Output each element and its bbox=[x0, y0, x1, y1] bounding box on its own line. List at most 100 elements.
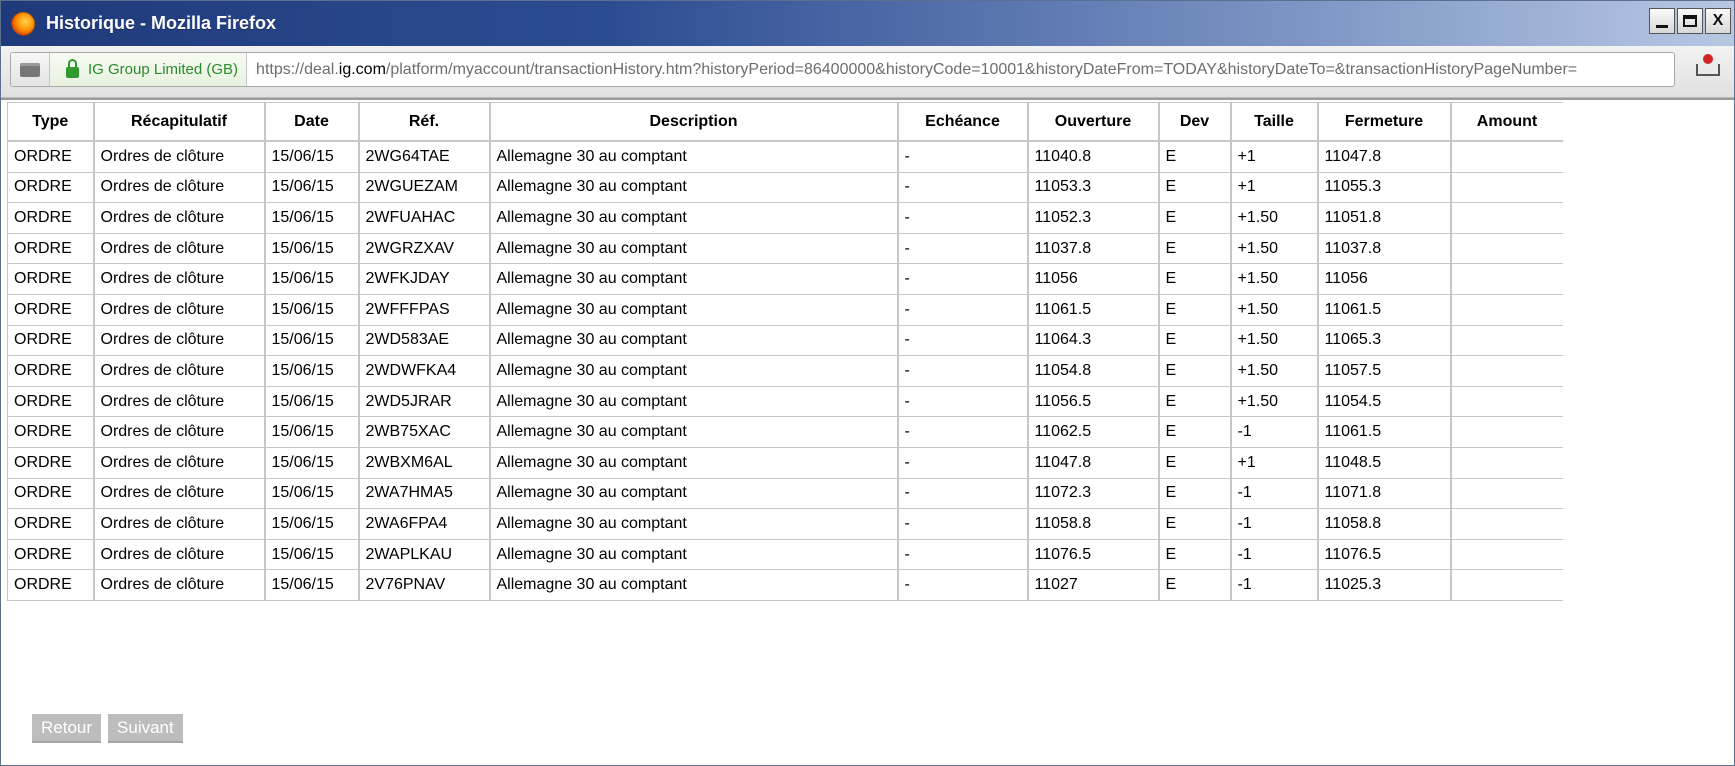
table-row: ORDRE Ordres de clôture 15/06/15 2WA6FPA4 Al… bbox=[7, 508, 1563, 540]
identity-label: IG Group Limited (GB) bbox=[88, 61, 239, 78]
column-header: Ouverture bbox=[1027, 102, 1160, 142]
table-cell: Allemagne 30 au comptant bbox=[489, 478, 899, 510]
table-cell: E bbox=[1158, 233, 1232, 265]
site-identity[interactable]: IG Group Limited (GB) bbox=[50, 53, 248, 86]
table-cell: E bbox=[1158, 325, 1232, 357]
table-cell bbox=[1450, 141, 1563, 173]
minimize-button[interactable] bbox=[1649, 8, 1675, 34]
table-cell: -1 bbox=[1230, 416, 1319, 448]
url-domain: ig.com bbox=[338, 60, 386, 78]
url-text[interactable]: https://deal.ig.com/platform/myaccount/t… bbox=[256, 61, 1577, 79]
table-cell: +1.50 bbox=[1230, 386, 1319, 418]
table-cell: Ordres de clôture bbox=[93, 569, 266, 601]
table-row: ORDRE Ordres de clôture 15/06/15 2WFKJDAY Al… bbox=[7, 263, 1563, 295]
table-cell: Ordres de clôture bbox=[93, 355, 266, 387]
table-row: ORDRE Ordres de clôture 15/06/15 2WD583AE Al… bbox=[7, 325, 1563, 357]
table-cell: 11076.5 bbox=[1317, 539, 1452, 571]
next-button[interactable]: Suivant bbox=[108, 714, 183, 743]
site-icon-button[interactable] bbox=[11, 53, 50, 86]
table-cell: 11056.5 bbox=[1027, 386, 1160, 418]
table-cell bbox=[1450, 478, 1563, 510]
table-cell: 11061.5 bbox=[1317, 416, 1452, 448]
table-cell: 11054.8 bbox=[1027, 355, 1160, 387]
table-cell: 2WD5JRAR bbox=[358, 386, 491, 418]
url-prefix: https://deal. bbox=[256, 60, 339, 78]
maximize-button[interactable] bbox=[1677, 8, 1703, 34]
window-title: Historique - Mozilla Firefox bbox=[46, 13, 277, 33]
table-cell: - bbox=[897, 202, 1029, 234]
table-cell: 11065.3 bbox=[1317, 325, 1452, 357]
table-cell: 15/06/15 bbox=[264, 539, 360, 571]
table-cell: 11048.5 bbox=[1317, 447, 1452, 479]
table-cell: 11062.5 bbox=[1027, 416, 1160, 448]
table-cell: -1 bbox=[1230, 478, 1319, 510]
table-cell: Allemagne 30 au comptant bbox=[489, 447, 899, 479]
table-cell: -1 bbox=[1230, 539, 1319, 571]
table-row: ORDRE Ordres de clôture 15/06/15 2WAPLKAU Al… bbox=[7, 539, 1563, 571]
table-cell: 15/06/15 bbox=[264, 569, 360, 601]
table-cell: ORDRE bbox=[7, 141, 95, 173]
column-header: Amount bbox=[1450, 102, 1563, 142]
table-cell: 2WFUAHAC bbox=[358, 202, 491, 234]
table-cell: 2V76PNAV bbox=[358, 569, 491, 601]
table-cell: 2WBXM6AL bbox=[358, 447, 491, 479]
table-cell: Ordres de clôture bbox=[93, 478, 266, 510]
table-cell: Allemagne 30 au comptant bbox=[489, 508, 899, 540]
table-cell: 11025.3 bbox=[1317, 569, 1452, 601]
table-cell: - bbox=[897, 325, 1029, 357]
maximize-icon bbox=[1683, 15, 1697, 27]
table-cell: Allemagne 30 au comptant bbox=[489, 539, 899, 571]
table-cell: 15/06/15 bbox=[264, 294, 360, 326]
table-cell: 11064.3 bbox=[1027, 325, 1160, 357]
pagination: Retour Suivant bbox=[32, 714, 183, 743]
table-cell: - bbox=[897, 569, 1029, 601]
table-row: ORDRE Ordres de clôture 15/06/15 2WD5JRAR Al… bbox=[7, 386, 1563, 418]
table-cell: 11056 bbox=[1027, 263, 1160, 295]
column-header: Fermeture bbox=[1317, 102, 1452, 142]
table-cell: E bbox=[1158, 294, 1232, 326]
table-cell bbox=[1450, 202, 1563, 234]
notification-tray bbox=[1696, 64, 1720, 76]
column-header: Echéance bbox=[897, 102, 1029, 142]
table-cell bbox=[1450, 172, 1563, 204]
table-cell: 11040.8 bbox=[1027, 141, 1160, 173]
table-cell: 15/06/15 bbox=[264, 141, 360, 173]
table-cell: 11037.8 bbox=[1317, 233, 1452, 265]
page-content: Type Récapitulatif Date Réf. Description… bbox=[1, 98, 1734, 765]
table-cell: - bbox=[897, 263, 1029, 295]
table-cell: +1 bbox=[1230, 447, 1319, 479]
transaction-history-table: Type Récapitulatif Date Réf. Description… bbox=[7, 102, 1563, 601]
table-cell: ORDRE bbox=[7, 386, 95, 418]
table-cell: - bbox=[897, 355, 1029, 387]
table-cell: - bbox=[897, 233, 1029, 265]
table-cell: Allemagne 30 au comptant bbox=[489, 141, 899, 173]
table-cell: Allemagne 30 au comptant bbox=[489, 294, 899, 326]
table-cell: - bbox=[897, 172, 1029, 204]
notification-icon[interactable] bbox=[1696, 54, 1720, 76]
table-cell: +1.50 bbox=[1230, 294, 1319, 326]
column-header: Taille bbox=[1230, 102, 1319, 142]
column-header: Date bbox=[264, 102, 360, 142]
back-button[interactable]: Retour bbox=[32, 714, 102, 743]
table-cell: 2WA6FPA4 bbox=[358, 508, 491, 540]
site-icon bbox=[20, 62, 40, 77]
table-cell: ORDRE bbox=[7, 233, 95, 265]
table-cell: +1.50 bbox=[1230, 325, 1319, 357]
table-cell: 2WFKJDAY bbox=[358, 263, 491, 295]
address-bar[interactable]: IG Group Limited (GB) https://deal.ig.co… bbox=[10, 52, 1675, 87]
table-cell: Allemagne 30 au comptant bbox=[489, 172, 899, 204]
window-controls: X bbox=[1649, 8, 1731, 34]
table-cell: 11053.3 bbox=[1027, 172, 1160, 204]
column-header: Dev bbox=[1158, 102, 1232, 142]
table-cell: 11076.5 bbox=[1027, 539, 1160, 571]
table-cell: 15/06/15 bbox=[264, 447, 360, 479]
column-header: Description bbox=[489, 102, 899, 142]
table-cell: Ordres de clôture bbox=[93, 172, 266, 204]
table-cell: 15/06/15 bbox=[264, 416, 360, 448]
table-cell bbox=[1450, 416, 1563, 448]
browser-window: Historique - Mozilla Firefox X IG Group … bbox=[0, 0, 1735, 766]
table-cell: ORDRE bbox=[7, 172, 95, 204]
close-button[interactable]: X bbox=[1705, 8, 1731, 34]
navigation-bar: IG Group Limited (GB) https://deal.ig.co… bbox=[1, 46, 1734, 98]
table-cell: ORDRE bbox=[7, 202, 95, 234]
